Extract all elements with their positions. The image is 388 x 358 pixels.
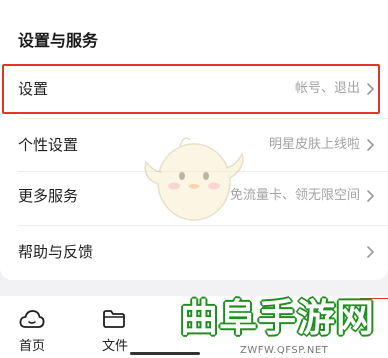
watermark-url: ZWFW.QFSP.NET <box>240 345 329 356</box>
row-settings[interactable]: 设置 帐号、退出 <box>0 64 388 116</box>
home-indicator <box>130 352 200 355</box>
section-title: 设置与服务 <box>18 31 99 50</box>
cloud-home-icon <box>19 310 45 328</box>
chevron-right-icon <box>367 246 374 258</box>
row-settings-label: 设置 <box>18 80 49 98</box>
divider <box>18 225 388 226</box>
watermark-brand: 曲阜手游网 <box>180 295 376 340</box>
row-settings-subtitle: 帐号、退出 <box>294 81 360 96</box>
row-more-services-subtitle: 免流量卡、领无限空间 <box>229 188 360 203</box>
row-help-feedback[interactable]: 帮助与反馈 <box>0 227 388 277</box>
chevron-right-icon <box>367 190 374 202</box>
tab-files[interactable]: 文件 <box>90 296 140 358</box>
row-more-services-label: 更多服务 <box>18 187 79 205</box>
row-help-feedback-label: 帮助与反馈 <box>18 243 94 261</box>
divider <box>18 118 388 119</box>
tab-home[interactable]: 首页 <box>7 296 57 358</box>
settings-services-card: 设置与服务 设置 帐号、退出 个性设置 明星皮肤上线啦 更多服务 免流量卡、领无… <box>0 0 388 280</box>
duck-mascot-icon <box>144 137 244 221</box>
tab-home-label: 首页 <box>18 339 45 354</box>
chevron-right-icon <box>367 83 374 95</box>
folder-icon <box>103 310 125 328</box>
row-personalization-subtitle: 明星皮肤上线啦 <box>268 137 360 152</box>
row-personalization-label: 个性设置 <box>18 136 79 154</box>
chevron-right-icon <box>367 139 374 151</box>
